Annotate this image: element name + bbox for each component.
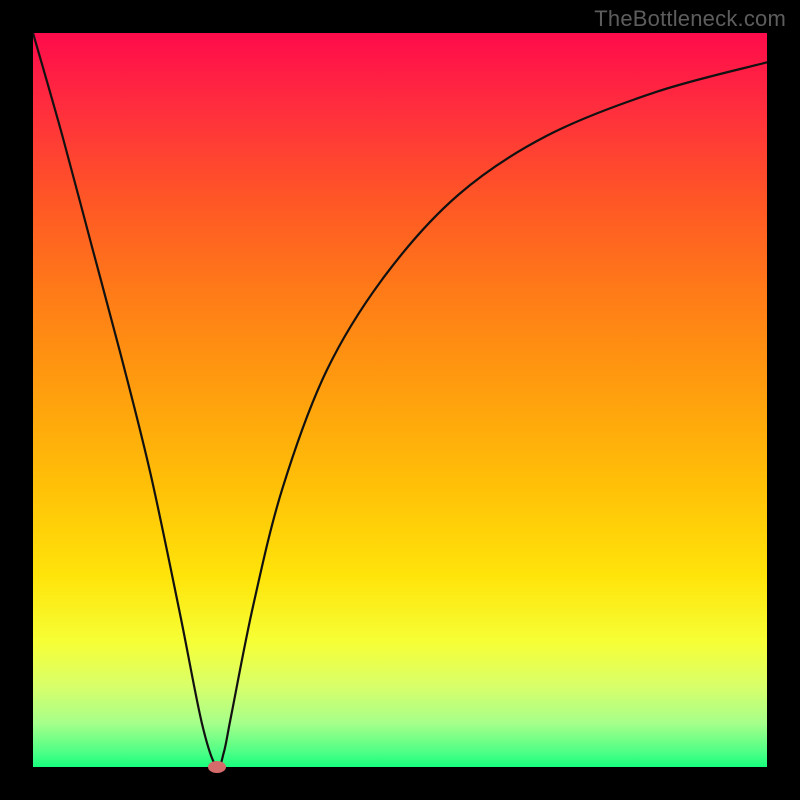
plot-area (33, 33, 767, 767)
bottleneck-curve (33, 33, 767, 767)
chart-frame: TheBottleneck.com (0, 0, 800, 800)
watermark-text: TheBottleneck.com (594, 6, 786, 32)
minimum-marker (208, 761, 226, 773)
